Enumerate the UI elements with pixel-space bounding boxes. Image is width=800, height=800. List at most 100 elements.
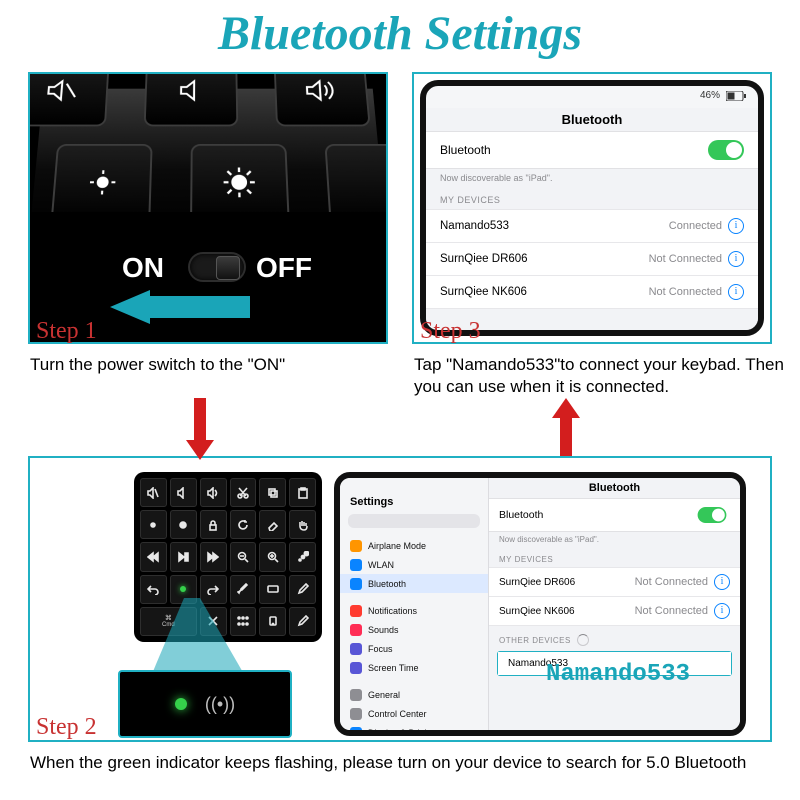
led-closeup: ((•)) — [118, 670, 292, 738]
sidebar-icon — [350, 708, 362, 720]
sidebar-item[interactable]: Control Center — [340, 704, 488, 723]
sidebar-search[interactable] — [348, 514, 480, 528]
sidebar-item-label: Airplane Mode — [368, 541, 426, 551]
green-led-icon — [175, 698, 187, 710]
sidebar-icon — [350, 727, 362, 731]
key-vol-up — [200, 478, 227, 507]
sidebar-icon — [350, 540, 362, 552]
info-icon[interactable]: i — [728, 251, 744, 267]
step3-caption: Tap "Namando533"to connect your keybad. … — [414, 354, 784, 398]
sidebar-item[interactable]: Focus — [340, 639, 488, 658]
other-devices-header: OTHER DEVICES — [489, 626, 740, 649]
device-row[interactable]: Namando533 Connected i — [426, 209, 758, 243]
key-text — [259, 575, 286, 604]
key-bright-up — [170, 510, 197, 539]
sidebar-item[interactable]: Bluetooth — [340, 574, 488, 593]
device-status: Not Connected i — [649, 284, 744, 300]
my-devices-header: MY DEVICES — [426, 185, 758, 209]
ipad-frame: 46% Bluetooth Bluetooth Now discoverable… — [420, 80, 764, 336]
key-mute — [140, 478, 167, 507]
discoverable-2: Now discoverable as "iPad". — [489, 532, 740, 547]
bluetooth-title: Bluetooth — [426, 108, 758, 131]
device-row[interactable]: SurnQiee DR606 Not Connected i — [489, 567, 740, 597]
key-vol — [170, 478, 197, 507]
device-name: Namando533 — [440, 220, 509, 232]
bluetooth-led — [180, 586, 186, 592]
sidebar-item[interactable]: Display & Brightness — [340, 723, 488, 730]
sidebar-icon — [350, 624, 362, 636]
info-icon[interactable]: i — [714, 603, 730, 619]
volume-up-key — [273, 72, 370, 126]
device-name: SurnQiee NK606 — [440, 286, 527, 298]
switch-on-label: ON — [122, 252, 164, 284]
info-icon[interactable]: i — [728, 284, 744, 300]
sidebar-item[interactable]: Screen Time — [340, 658, 488, 677]
scanning-spinner-icon — [577, 634, 589, 646]
key-partial — [324, 144, 388, 222]
device-status: Not Connected i — [635, 574, 730, 590]
device-status: Not Connected i — [635, 603, 730, 619]
step2-panel: ⌘Cmd ((•)) Mon Aug 15 Settings Airplane … — [28, 456, 772, 742]
sidebar-item-label: Control Center — [368, 709, 427, 719]
key-zoom-out — [230, 542, 257, 571]
key-prev — [140, 542, 167, 571]
info-icon[interactable]: i — [728, 218, 744, 234]
instruction-graphic: Bluetooth Settings ON OFF — [0, 0, 800, 800]
key-rotate — [230, 510, 257, 539]
bluetooth-pane-small: Bluetooth Bluetooth Now discoverable as … — [489, 478, 740, 730]
sidebar-item[interactable]: General — [340, 685, 488, 704]
device-row[interactable]: SurnQiee NK606Not Connected i — [489, 597, 740, 626]
sidebar-item-label: Display & Brightness — [368, 728, 451, 731]
brightness-up-key — [190, 144, 290, 222]
key-next — [200, 542, 227, 571]
step1-label: Step 1 — [36, 318, 97, 345]
sidebar-icon — [350, 559, 362, 571]
bluetooth-settings-pane: Bluetooth Bluetooth Now discoverable as … — [426, 108, 758, 330]
key-hand — [289, 510, 316, 539]
device-row[interactable]: SurnQiee NK606 Not Connected i — [426, 276, 758, 309]
sidebar-item[interactable]: WLAN — [340, 555, 488, 574]
sidebar-item-label: Sounds — [368, 625, 399, 635]
page-title: Bluetooth Settings — [0, 6, 800, 61]
sidebar-item[interactable]: Airplane Mode — [340, 536, 488, 555]
bt-toggle-2[interactable] — [698, 507, 727, 523]
ipad-settings-frame: Mon Aug 15 Settings Airplane ModeWLANBlu… — [334, 472, 746, 736]
sidebar-item[interactable]: Sounds — [340, 620, 488, 639]
bluetooth-toggle[interactable] — [708, 140, 744, 160]
step1-caption: Turn the power switch to the "ON" — [30, 354, 390, 376]
red-arrow-step3 — [558, 398, 574, 458]
sidebar-icon — [350, 689, 362, 701]
my-devices-2: MY DEVICES — [489, 547, 740, 567]
key-lock — [200, 510, 227, 539]
sidebar-icon — [350, 605, 362, 617]
key-brush-size — [289, 542, 316, 571]
device-name-callout: Namando533 — [546, 661, 690, 688]
key-cut — [230, 478, 257, 507]
battery-icon — [726, 91, 746, 101]
power-switch[interactable] — [190, 254, 244, 280]
device-name: SurnQiee DR606 — [499, 577, 575, 588]
switch-off-label: OFF — [256, 252, 312, 284]
key-pen — [289, 607, 316, 636]
bt-toggle-row-2: Bluetooth — [489, 498, 740, 532]
device-status: Connected i — [669, 218, 744, 234]
info-icon[interactable]: i — [714, 574, 730, 590]
sidebar-item-label: WLAN — [368, 560, 394, 570]
step3-panel: 46% Bluetooth Bluetooth Now discoverable… — [412, 72, 772, 344]
settings-sidebar: Settings Airplane ModeWLANBluetoothNotif… — [340, 478, 489, 730]
step1-panel: ON OFF — [28, 72, 388, 344]
sidebar-item[interactable]: Notifications — [340, 601, 488, 620]
bluetooth-waves-icon: ((•)) — [205, 694, 235, 715]
slide-left-arrow — [110, 290, 250, 324]
device-row[interactable]: SurnQiee DR606Not Connected i — [426, 243, 758, 276]
key-eyedrop — [289, 575, 316, 604]
sidebar-item-label: Notifications — [368, 606, 417, 616]
key-bright-dn — [140, 510, 167, 539]
discoverable-text: Now discoverable as "iPad". — [426, 169, 758, 185]
step2-label: Step 2 — [36, 714, 97, 741]
mute-key — [28, 72, 110, 126]
key-home — [259, 607, 286, 636]
brightness-down-key — [51, 144, 153, 222]
bluetooth-row-label: Bluetooth — [440, 143, 491, 157]
battery-percent: 46% — [700, 90, 720, 101]
